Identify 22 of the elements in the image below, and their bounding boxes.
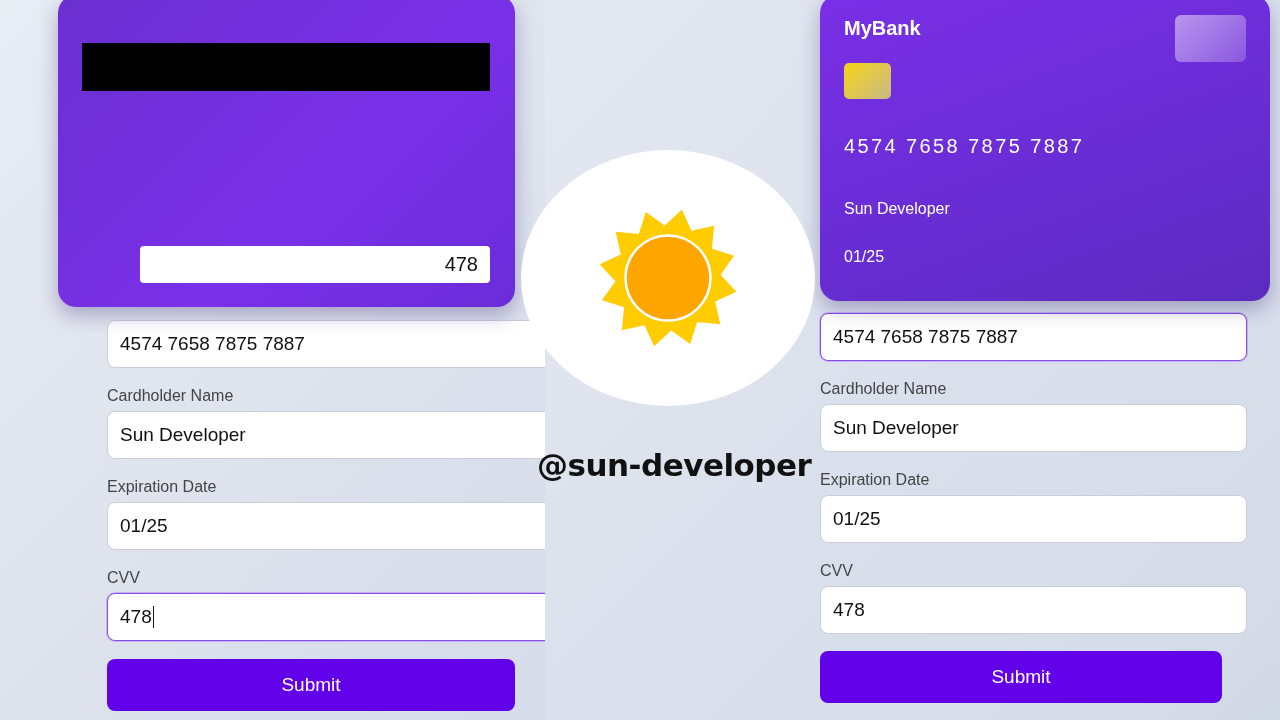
field-label: CVV — [820, 561, 853, 581]
expiry-date: 01/25 — [844, 248, 886, 266]
input-field[interactable]: 01/25 — [820, 495, 1247, 543]
input-field[interactable]: 4574 7658 7875 7887 — [820, 313, 1247, 361]
field-label: Cardholder Name — [820, 379, 947, 399]
input-field[interactable]: 478 — [820, 586, 1247, 634]
chip-icon — [844, 63, 891, 99]
submit-button[interactable]: Submit — [820, 651, 1222, 703]
card-number: 4574 7658 7875 7887 — [844, 135, 1086, 158]
cardholder-name: Sun Developer — [844, 200, 951, 218]
bank-name: MyBank — [844, 17, 921, 40]
input-field[interactable]: 478 — [107, 593, 545, 641]
field-label: Cardholder Name — [107, 386, 234, 406]
cvv-box: 478 — [140, 246, 490, 283]
field-label: CVV — [107, 568, 140, 588]
input-field[interactable]: Sun Developer — [820, 404, 1247, 452]
hologram-icon — [1175, 15, 1246, 62]
submit-button[interactable]: Submit — [107, 659, 515, 711]
input-field[interactable]: 4574 7658 7875 7887 — [107, 320, 545, 368]
input-field[interactable]: 01/25 — [107, 502, 545, 550]
field-label: Expiration Date — [107, 477, 217, 497]
field-label: Expiration Date — [820, 470, 930, 490]
